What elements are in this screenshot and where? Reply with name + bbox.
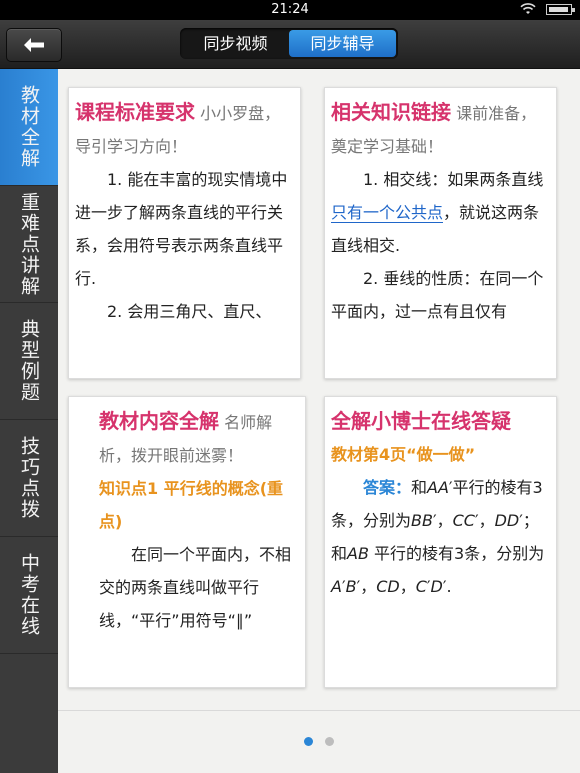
sidebar-item-textbook-full[interactable]: 教材全解 xyxy=(0,69,58,186)
card-title: 教材内容全解 xyxy=(99,409,219,433)
tab-sync-tutoring[interactable]: 同步辅导 xyxy=(289,30,396,57)
card-title: 课程标准要求 xyxy=(75,100,195,124)
card-related-knowledge[interactable]: 相关知识链接 课前准备，奠定学习基础！ 1. 相交线：如果两条直线只有一个公共点… xyxy=(324,87,557,379)
sidebar-item-label: 重难点讲解 xyxy=(18,191,40,297)
answer-label: 答案： xyxy=(363,478,412,497)
sidebar-item-label: 中考在线 xyxy=(18,553,40,637)
status-bar: 21:24 xyxy=(0,0,580,20)
status-time: 21:24 xyxy=(271,2,309,17)
textbook-reference: 教材第4页“做一做” xyxy=(331,445,476,464)
sidebar-item-exam-online[interactable]: 中考在线 xyxy=(0,537,58,654)
battery-icon xyxy=(546,3,575,15)
card-paragraph: 2. 会用三角尺、直尺、 xyxy=(107,302,272,321)
card-paragraph: 2. 垂线的性质：在同一个平面内，过一点有且仅有 xyxy=(331,269,544,321)
card-doctor-qa[interactable]: 全解小博士在线答疑 教材第4页“做一做” 答案：和AA′平行的棱有3条，分别为B… xyxy=(324,396,557,688)
page-indicator[interactable] xyxy=(304,737,334,746)
tab-sync-video[interactable]: 同步视频 xyxy=(182,30,289,57)
sidebar-item-label: 技巧点拨 xyxy=(18,436,40,520)
page-dot[interactable] xyxy=(325,737,334,746)
knowledge-link[interactable]: 只有一个公共点 xyxy=(331,203,444,223)
sidebar: 教材全解 重难点讲解 典型例题 技巧点拨 中考在线 xyxy=(0,69,58,773)
back-button[interactable] xyxy=(6,28,62,62)
wifi-icon xyxy=(520,3,536,14)
card-paragraph: 在同一个平面内，不相交的两条直线叫做平行线，“平行”用符号“∥” xyxy=(99,545,292,630)
content-area: 课程标准要求 小小罗盘，导引学习方向！ 1. 能在丰富的现实情境中进一步了解两条… xyxy=(58,69,580,773)
sidebar-item-tips[interactable]: 技巧点拨 xyxy=(0,420,58,537)
arrow-left-icon xyxy=(24,38,44,52)
knowledge-point-heading: 知识点1 平行线的概念(重点) xyxy=(99,479,284,531)
page-dot-active[interactable] xyxy=(304,737,313,746)
card-course-standard[interactable]: 课程标准要求 小小罗盘，导引学习方向！ 1. 能在丰富的现实情境中进一步了解两条… xyxy=(68,87,301,379)
card-title: 相关知识链接 xyxy=(331,100,451,124)
sidebar-item-label: 典型例题 xyxy=(18,319,40,403)
top-bar: 同步视频 同步辅导 xyxy=(0,20,580,69)
card-title: 全解小博士在线答疑 xyxy=(331,409,511,433)
sidebar-item-examples[interactable]: 典型例题 xyxy=(0,303,58,420)
sidebar-item-key-points[interactable]: 重难点讲解 xyxy=(0,186,58,303)
divider xyxy=(58,710,580,711)
card-paragraph: 1. 能在丰富的现实情境中进一步了解两条直线的平行关系，会用符号表示两条直线平行… xyxy=(75,170,288,288)
sidebar-item-label: 教材全解 xyxy=(18,85,40,169)
tab-group: 同步视频 同步辅导 xyxy=(180,28,398,59)
card-textbook-content[interactable]: 教材内容全解 名师解析，拨开眼前迷雾！ 知识点1 平行线的概念(重点) 在同一个… xyxy=(68,396,306,688)
answer-text: 答案：和AA′平行的棱有3条，分别为BB′，CC′，DD′；和AB 平行的棱有3… xyxy=(331,478,545,596)
card-paragraph: 1. 相交线：如果两条直线只有一个公共点，就说这两条直线相交. xyxy=(331,170,544,255)
